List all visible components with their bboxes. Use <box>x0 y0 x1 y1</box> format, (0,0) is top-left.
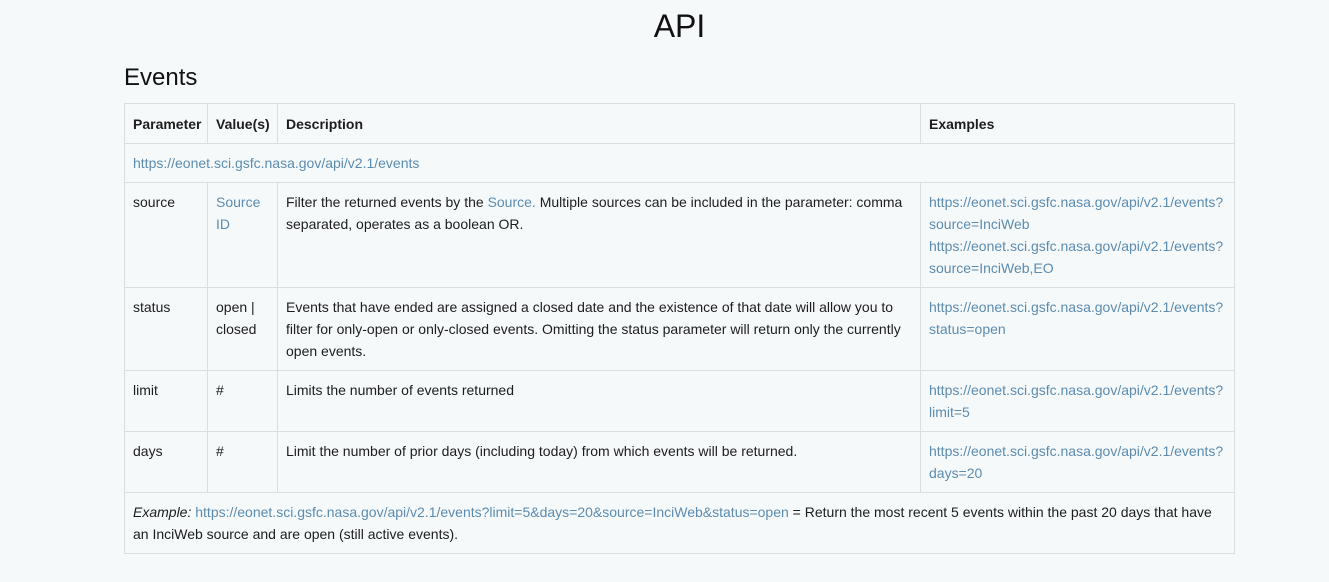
table-row-limit: limit # Limits the number of events retu… <box>124 370 1235 432</box>
base-url-row: https://eonet.sci.gsfc.nasa.gov/api/v2.1… <box>124 143 1235 183</box>
value-status: open | closed <box>207 287 278 371</box>
example-link-limit[interactable]: https://eonet.sci.gsfc.nasa.gov/api/v2.1… <box>929 382 1223 420</box>
examples-status: https://eonet.sci.gsfc.nasa.gov/api/v2.1… <box>920 287 1235 371</box>
table-row-example: Example: https://eonet.sci.gsfc.nasa.gov… <box>124 492 1235 554</box>
source-description-link[interactable]: Source. <box>488 194 536 210</box>
example-label: Example: <box>133 504 192 520</box>
base-url-link[interactable]: https://eonet.sci.gsfc.nasa.gov/api/v2.1… <box>133 155 419 171</box>
table-row-status: status open | closed Events that have en… <box>124 287 1235 371</box>
header-description: Description <box>277 103 921 144</box>
examples-days: https://eonet.sci.gsfc.nasa.gov/api/v2.1… <box>920 431 1235 493</box>
example-link-source-inciweb-eo[interactable]: https://eonet.sci.gsfc.nasa.gov/api/v2.1… <box>929 238 1223 276</box>
examples-source: https://eonet.sci.gsfc.nasa.gov/api/v2.1… <box>920 182 1235 288</box>
description-source: Filter the returned events by the Source… <box>277 182 921 288</box>
base-url-cell: https://eonet.sci.gsfc.nasa.gov/api/v2.1… <box>124 143 1235 183</box>
example-cell: Example: https://eonet.sci.gsfc.nasa.gov… <box>124 492 1235 554</box>
param-limit: limit <box>124 370 208 432</box>
events-api-table: Parameter Value(s) Description Examples … <box>124 103 1235 554</box>
header-parameter: Parameter <box>124 103 208 144</box>
source-id-link[interactable]: Source ID <box>216 194 260 232</box>
description-days: Limit the number of prior days (includin… <box>277 431 921 493</box>
section-title-events: Events <box>124 64 198 91</box>
table-row-days: days # Limit the number of prior days (i… <box>124 431 1235 493</box>
header-examples: Examples <box>920 103 1235 144</box>
header-values: Value(s) <box>207 103 278 144</box>
examples-limit: https://eonet.sci.gsfc.nasa.gov/api/v2.1… <box>920 370 1235 432</box>
value-days: # <box>207 431 278 493</box>
table-row-source: source Source ID Filter the returned eve… <box>124 182 1235 288</box>
example-link-source-inciweb[interactable]: https://eonet.sci.gsfc.nasa.gov/api/v2.1… <box>929 194 1223 232</box>
param-status: status <box>124 287 208 371</box>
page-title: API <box>653 8 706 44</box>
example-link-days[interactable]: https://eonet.sci.gsfc.nasa.gov/api/v2.1… <box>929 443 1223 481</box>
value-source-cell: Source ID <box>207 182 278 288</box>
table-header-row: Parameter Value(s) Description Examples <box>124 103 1235 144</box>
example-link-status-open[interactable]: https://eonet.sci.gsfc.nasa.gov/api/v2.1… <box>929 299 1223 337</box>
example-combined-link[interactable]: https://eonet.sci.gsfc.nasa.gov/api/v2.1… <box>195 504 789 520</box>
param-source: source <box>124 182 208 288</box>
value-limit: # <box>207 370 278 432</box>
description-source-text-1: Filter the returned events by the <box>286 194 488 210</box>
param-days: days <box>124 431 208 493</box>
description-status: Events that have ended are assigned a cl… <box>277 287 921 371</box>
description-limit: Limits the number of events returned <box>277 370 921 432</box>
